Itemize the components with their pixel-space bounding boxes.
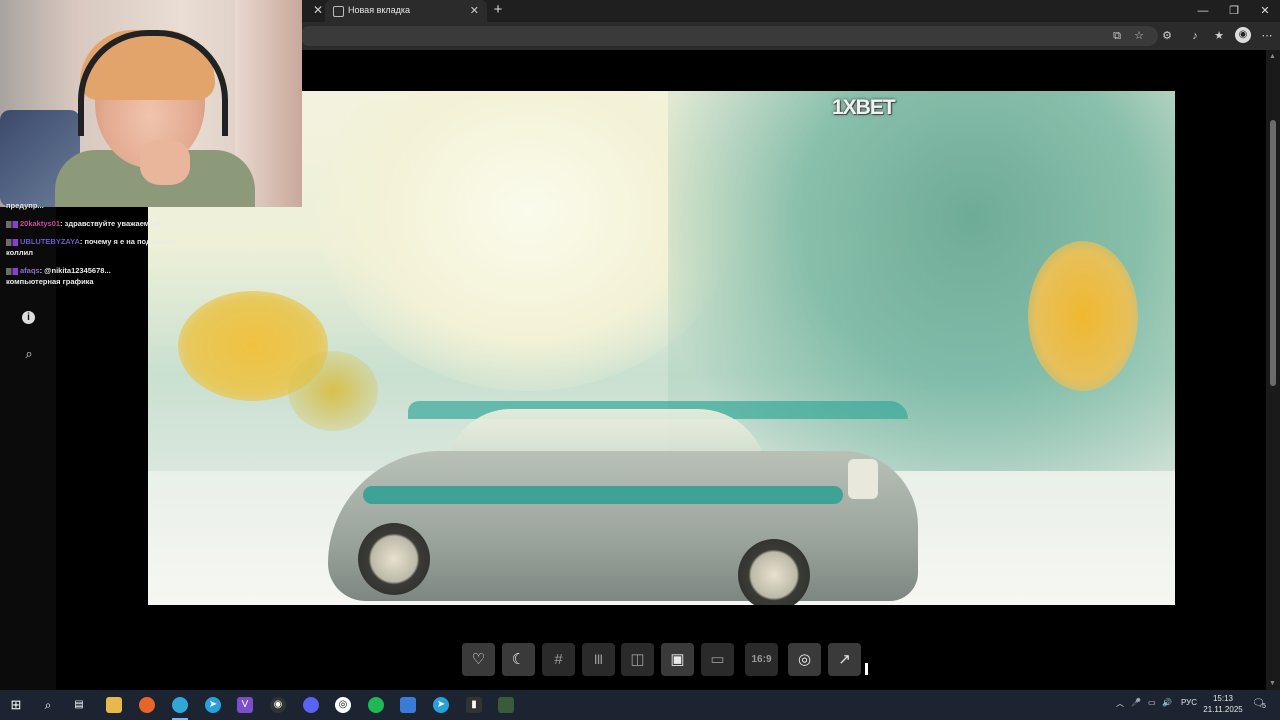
car-wheel [738,539,810,605]
chat-message-continued: компьютерная графика [6,277,94,287]
address-bar[interactable] [300,26,1158,46]
chat-text: : почему я е на подпишен [79,237,175,246]
chat-username[interactable]: afaqs [20,266,40,275]
search-icon[interactable]: ⌕ [40,697,56,713]
firefox-icon[interactable] [139,697,155,713]
notification-count: 5 [1262,703,1266,710]
scroll-thumb[interactable] [1270,120,1276,386]
popout-icon[interactable]: ↗ [828,643,861,676]
telegram-icon[interactable]: ➤ [205,697,221,713]
car-stripe [363,486,843,504]
scroll-up-icon[interactable]: ▲ [1269,53,1276,60]
badge-icon [6,267,18,275]
info-icon[interactable]: i [22,311,35,324]
chat-overlay: предупр... 20kaktys01: здравствуйте уваж… [0,201,200,297]
tab-close-icon[interactable]: ✕ [470,4,479,17]
mouse-cursor-icon [865,663,868,675]
clock-date: 21.11.2025 [1203,705,1243,714]
tab-new-tab[interactable]: Новая вкладка ✕ [325,0,487,22]
remote-desktop-icon[interactable] [400,697,416,713]
mirror-icon[interactable]: ◫ [621,643,654,676]
tab-title: Новая вкладка [348,5,411,15]
page-scrollbar[interactable]: ▲ ▼ [1266,50,1280,690]
page-icon [333,6,344,17]
windows-taskbar: ⊞ ⌕ ▤ ➤ V ◉ ◎ ➤ ▮ ︿ 🎤 ▭ 🔊 РУС 15:13 21.1… [0,690,1280,720]
start-icon[interactable]: ⊞ [8,697,24,713]
chat-text: : @nikita12345678... [39,266,111,275]
split-screen-icon[interactable]: ⧉ [1109,29,1125,43]
favorites-icon[interactable]: ★ [1211,29,1227,43]
grid-icon[interactable]: # [542,643,575,676]
scroll-down-icon[interactable]: ▼ [1269,680,1276,687]
badge-icon [6,220,18,228]
nvidia-icon[interactable] [498,697,514,713]
chat-text: компьютерная графика [6,277,94,286]
badge-icon [6,238,18,246]
heart-icon[interactable]: ♡ [462,643,495,676]
discord-icon[interactable] [303,697,319,713]
chat-fragment: предупр... [6,201,44,210]
chat-message-continued: коллил [6,248,33,258]
minimize-icon[interactable]: — [1194,4,1212,18]
microphone-icon[interactable]: 🎤 [1131,698,1141,707]
yellow-tree [288,351,378,431]
spotify-icon[interactable] [368,697,384,713]
search-icon[interactable]: ⌕ [21,346,37,362]
more-icon[interactable]: ⋯ [1259,29,1275,43]
show-hidden-icons-icon[interactable]: ︿ [1116,698,1124,709]
chat-message: afaqs: @nikita12345678... [6,266,111,276]
clock-time: 15:13 [1212,694,1234,703]
chat-message: UBLUTEBYZAYA: почему я е на подпишен [6,237,175,247]
video-player[interactable]: 1XBET [148,91,1175,605]
extensions-icon[interactable]: ⚙ [1159,29,1175,43]
obs-icon[interactable]: ◉ [270,697,286,713]
restore-icon[interactable]: ❐ [1225,4,1243,18]
new-tab-button[interactable]: + [490,2,506,18]
profile-icon[interactable]: ◉ [1235,27,1251,43]
chat-text: коллил [6,248,33,257]
terminal-icon[interactable]: ▮ [466,697,482,713]
sponsor-watermark: 1XBET [832,96,896,119]
window-close-icon[interactable]: ✕ [1256,4,1274,18]
pip-icon[interactable]: ▭ [701,643,734,676]
chat-text: : здравствуйте уважаемый [60,219,161,228]
screenshot-icon[interactable]: ◎ [788,643,821,676]
network-icon[interactable]: ▭ [1148,698,1156,707]
yellow-tree [1028,241,1138,391]
task-view-icon[interactable]: ▤ [71,697,87,713]
chat-username[interactable]: 20kaktys01 [20,219,60,228]
visual-studio-icon[interactable]: V [237,697,253,713]
car-taillight [848,459,878,499]
edge-icon[interactable] [172,697,188,713]
file-explorer-icon[interactable] [106,697,122,713]
favorite-star-icon[interactable]: ☆ [1131,29,1147,43]
telegram-icon-2[interactable]: ➤ [433,697,449,713]
webcam-overlay [0,0,302,207]
language-indicator[interactable]: РУС [1181,698,1197,707]
picture-icon[interactable]: ▣ [661,643,694,676]
chat-username[interactable]: UBLUTEBYZAYA [20,237,80,246]
moon-icon[interactable]: ☾ [502,643,535,676]
ubisoft-icon[interactable]: ◎ [335,697,351,713]
close-icon[interactable]: ✕ [311,3,325,17]
media-control-icon[interactable]: ♪ [1187,29,1203,43]
chat-message: 20kaktys01: здравствуйте уважаемый [6,219,160,229]
waveform-icon[interactable]: ||| [582,643,615,676]
streamer-hand [140,140,190,185]
volume-icon[interactable]: 🔊 [1162,698,1172,707]
aspect-ratio-button[interactable]: 16:9 [745,643,778,676]
car-wheel [358,523,430,595]
taskbar-clock[interactable]: 15:13 21.11.2025 [1200,693,1246,715]
